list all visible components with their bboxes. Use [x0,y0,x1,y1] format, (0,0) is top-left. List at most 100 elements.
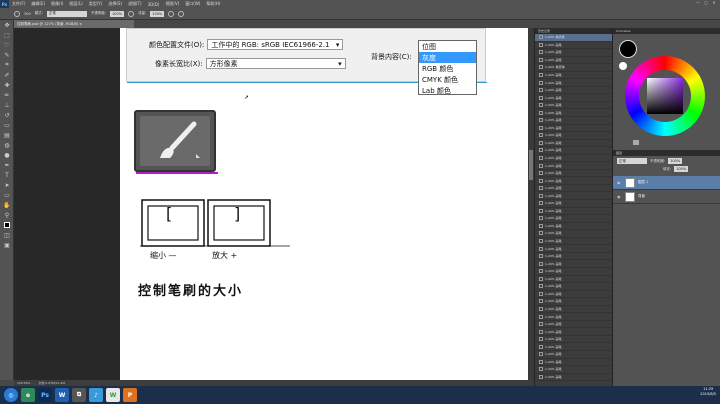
background-content-dropdown[interactable]: 位图 灰度 RGB 颜色 CMYK 颜色 Lab 颜色 [418,40,477,95]
stamp-tool-icon[interactable]: ⊥ [0,100,14,110]
scrollbar-thumb[interactable] [529,150,533,180]
brush-size[interactable]: 300 [24,12,31,16]
color-panel-title[interactable]: Colorwise [613,28,720,34]
color-wheel[interactable] [625,56,705,136]
blur-tool-icon[interactable]: ◍ [0,140,14,150]
menu-view[interactable]: 视图(V) [162,1,182,7]
background-color-swatch[interactable] [619,62,627,70]
history-item[interactable]: 1-20% 画笔 [535,366,612,374]
history-item[interactable]: 1-20% 橡皮擦 [535,64,612,72]
color-swatches-icon[interactable] [0,220,14,230]
history-item[interactable]: 1-20% 画笔 [535,79,612,87]
history-item[interactable]: 1-20% 画笔 [535,132,612,140]
marquee-tool-icon[interactable]: ⬚ [0,30,14,40]
lasso-tool-icon[interactable]: ➰ [0,40,14,50]
quick-select-tool-icon[interactable]: ✎ [0,50,14,60]
history-item[interactable]: 1-20% 画笔 [535,200,612,208]
healing-tool-icon[interactable]: ✚ [0,80,14,90]
pressure-opacity-icon[interactable] [128,10,135,17]
crop-tool-icon[interactable]: ⌗ [0,60,14,70]
history-item[interactable]: 1-20% 画笔 [535,109,612,118]
history-item[interactable]: 1-20% 画笔 [535,230,612,238]
system-clock[interactable]: 11:29 2015/8/5 [700,387,716,397]
start-button[interactable]: ◎ [4,388,18,402]
history-item[interactable]: 1-20% 画笔 [535,57,612,65]
history-item[interactable]: 1-20% 画笔 [535,49,612,57]
layer-opacity-input[interactable]: 100% [668,158,683,164]
menu-image[interactable]: 图像(I) [48,1,66,7]
history-item[interactable]: 1-20% 画笔 [535,351,612,359]
history-item[interactable]: 1-20% 画笔 [535,328,612,336]
path-select-tool-icon[interactable]: ➤ [0,180,14,190]
pen-tool-icon[interactable]: ✒ [0,160,14,170]
menu-select[interactable]: 选择(S) [105,1,125,7]
menu-filter[interactable]: 滤镜(T) [125,1,145,7]
menu-edit[interactable]: 编辑(E) [28,1,48,7]
history-item[interactable]: 1-20% 画笔 [535,177,612,185]
history-item[interactable]: 1-20% 画笔 [535,253,612,261]
history-item[interactable]: 1-20% 画笔 [535,170,612,178]
layers-panel-header[interactable]: 图层 [613,150,720,156]
pressure-size-icon[interactable] [178,10,185,17]
history-item[interactable]: 1-20% 画笔 [535,343,612,351]
eyedropper-tool-icon[interactable]: ✐ [0,70,14,80]
menu-help[interactable]: 帮助(H) [203,1,223,7]
taskbar-app-photoshop[interactable]: Ps [38,388,52,402]
history-item[interactable]: 1-20% 画笔 [535,374,612,382]
taskbar-app-browser[interactable]: e [21,388,35,402]
history-item[interactable]: 1-20% 画笔 [535,208,612,216]
minimize-button[interactable]: — [694,0,702,7]
history-item[interactable]: 1-20% 画笔 [535,162,612,170]
history-item[interactable]: 1-20% 画笔 [535,147,612,155]
dropdown-item-rgb[interactable]: RGB 颜色 [419,63,476,74]
history-item[interactable]: 1-20% 画笔 [535,291,612,299]
type-tool-icon[interactable]: T [0,170,14,180]
taskbar-app-explorer[interactable]: ⧉ [72,388,86,402]
color-profile-select[interactable]: 工作中的 RGB: sRGB IEC61966-2.1 ▾ [207,39,344,50]
taskbar-app-ppt[interactable]: P [123,388,137,402]
dropdown-item-lab[interactable]: Lab 颜色 [419,85,476,96]
history-item[interactable]: 1-20% 画笔 [535,215,612,223]
history-item[interactable]: 1-20% 画笔 [535,245,612,253]
layer-row[interactable]: ◉ 图层 1 [613,176,720,190]
dropdown-item-grayscale[interactable]: 灰度 [419,52,476,63]
history-item[interactable]: 1-20% 画笔 [535,102,612,110]
eye-icon[interactable]: ◉ [617,180,622,185]
settings-icon[interactable] [633,140,639,145]
zoom-level[interactable]: 126.56% [17,381,30,385]
menu-type[interactable]: 类型(Y) [86,1,106,7]
dropdown-item-bitmap[interactable]: 位图 [419,41,476,52]
gradient-tool-icon[interactable]: ▤ [0,130,14,140]
history-item[interactable]: 1-20% 画笔 [535,155,612,163]
history-item[interactable]: 1-20% 画笔 [535,87,612,95]
menu-3d[interactable]: 3D(D) [145,2,163,7]
aspect-ratio-select[interactable]: 方形像素 ▾ [205,58,346,69]
eye-icon[interactable]: ◉ [617,194,622,199]
taskbar-app-wps[interactable]: W [106,388,120,402]
opacity-input[interactable]: 100% [110,10,125,17]
history-item[interactable]: 1-20% 画笔 [535,298,612,306]
screen-mode-icon[interactable]: ▣ [0,240,14,250]
shape-tool-icon[interactable]: ▭ [0,190,14,200]
dropdown-item-cmyk[interactable]: CMYK 颜色 [419,74,476,85]
foreground-color-swatch[interactable] [619,40,637,58]
history-item[interactable]: 1-20% 画笔 [535,223,612,231]
history-item[interactable]: 1-20% 画笔 [535,185,612,193]
history-item[interactable]: 1-20% 画笔 [535,359,612,367]
saturation-brightness-square[interactable] [647,78,683,114]
blend-mode-select[interactable]: 正常 [617,158,647,164]
history-item[interactable]: 1-20% 画笔 [535,72,612,80]
move-tool-icon[interactable]: ✥ [0,20,14,30]
menu-layer[interactable]: 图层(L) [66,1,85,7]
history-item[interactable]: 1-20% 画笔 [535,260,612,268]
history-item[interactable]: 1-20% 画笔 [535,238,612,246]
history-item[interactable]: 1-20% 画笔 [535,117,612,125]
taskbar-app-media[interactable]: ♪ [89,388,103,402]
eraser-tool-icon[interactable]: ▭ [0,120,14,130]
zoom-tool-icon[interactable]: ⚲ [0,210,14,220]
fill-input[interactable]: 100% [674,166,689,172]
history-item[interactable]: 1-20% 画笔 [535,94,612,102]
brush-tool-icon[interactable]: ✏ [0,90,14,100]
history-item[interactable]: 1-20% 画笔 [535,42,612,50]
history-item[interactable]: 1-20% 画笔 [535,268,612,276]
